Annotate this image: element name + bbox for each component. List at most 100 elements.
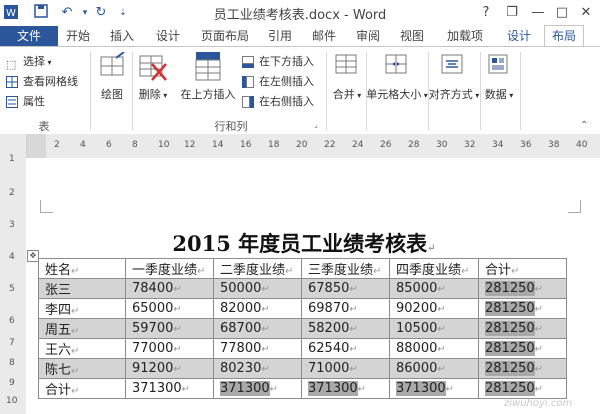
data-icon[interactable] [486,52,512,78]
table-cell[interactable]: 58200↵ [301,318,390,339]
table-cell[interactable]: 371300↵ [125,378,214,399]
table-cell[interactable]: 59700↵ [125,318,214,339]
tab-mailings[interactable]: 邮件 [306,26,342,46]
tab-references[interactable]: 引用 [262,26,298,46]
vertical-ruler[interactable]: 1 2 3 4 5 6 7 8 9 10 [0,134,27,414]
table-cell[interactable]: 88000↵ [389,338,479,359]
draw-icon[interactable] [98,51,128,82]
table-cell[interactable]: 10500↵ [389,318,479,339]
table-cell[interactable]: 周五↵ [38,318,126,339]
minimize-button[interactable]: — [528,4,548,22]
ribbon-separator [520,52,521,130]
horizontal-ruler[interactable]: 2 4 6 8 10 12 14 16 18 20 22 24 26 28 30… [26,134,600,159]
table-cell[interactable]: 85000↵ [389,278,479,299]
tab-design[interactable]: 设计 [150,26,186,46]
table-cell[interactable]: 371300↵ [389,378,479,399]
table-cell[interactable]: 90200↵ [389,298,479,319]
merge-button[interactable]: 合并 ▾ [330,86,364,102]
table-cell[interactable]: 62540↵ [301,338,390,359]
table-cell[interactable]: 二季度业绩↵ [213,258,302,279]
margin-corner-mark [40,200,53,213]
table-cell[interactable]: 80230↵ [213,358,302,379]
performance-table[interactable]: 姓名↵ 一季度业绩↵ 二季度业绩↵ 三季度业绩↵ 四季度业绩↵ 合计↵ 张三 7… [38,258,567,399]
ruler-tick: 22 [324,140,336,150]
tab-add-ins[interactable]: 加载项 [440,26,490,46]
data-button[interactable]: 数据 ▾ [482,86,516,102]
insert-right-button[interactable]: 在右侧插入 [242,93,314,111]
watermark: ziwuhoyi.com [504,398,573,409]
table-cell[interactable]: 王六↵ [38,338,126,359]
table-cell[interactable]: 50000↵ [213,278,302,299]
view-gridlines-label: 查看网格线 [23,75,78,88]
table-cell[interactable]: 281250↵ [478,298,567,319]
insert-left-button[interactable]: 在左侧插入 [242,73,314,91]
table-cell[interactable]: 姓名↵ [38,258,126,279]
merge-icon[interactable] [334,52,360,78]
insert-above-button[interactable]: 在上方插入 [176,86,240,102]
dialog-launcher-icon[interactable]: ⌟ [314,120,318,129]
alignment-icon[interactable] [440,52,466,78]
ribbon-separator [480,52,481,130]
ribbon-separator [90,52,91,130]
tab-file[interactable]: 文件 [0,26,58,46]
table-cell[interactable]: 77800↵ [213,338,302,359]
delete-icon[interactable] [138,52,168,84]
table-cell[interactable]: 合计↵ [478,258,567,279]
table-cell[interactable]: 三季度业绩↵ [301,258,390,279]
table-cell[interactable]: 91200↵ [125,358,214,379]
properties-button[interactable]: 属性 [6,93,45,111]
table-cell[interactable]: 一季度业绩↵ [125,258,214,279]
table-cell[interactable]: 281250↵ [478,358,567,379]
table-cell[interactable]: 281250↵ [478,318,567,339]
table-cell[interactable]: 371300↵ [301,378,390,399]
help-button[interactable]: ? [476,4,496,22]
table-cell[interactable]: 合计↵ [38,378,126,399]
cell-size-button[interactable]: 单元格大小 ▾ [366,86,428,102]
table-cell[interactable]: 67850↵ [301,278,390,299]
table-cell[interactable]: 69870↵ [301,298,390,319]
insert-below-button[interactable]: 在下方插入 [242,53,314,71]
table-cell[interactable]: 281250↵ [478,338,567,359]
ribbon-separator [132,52,133,130]
document-title[interactable]: 2015 年度员工业绩考核表↵ [40,228,568,258]
table-cell[interactable]: 陈七↵ [38,358,126,379]
tab-page-layout[interactable]: 页面布局 [196,26,254,46]
table-cell[interactable]: 281250↵ [478,278,567,299]
margin-corner-mark [568,200,581,213]
close-button[interactable]: ✕ [576,4,596,22]
table-header-row: 姓名↵ 一季度业绩↵ 二季度业绩↵ 三季度业绩↵ 四季度业绩↵ 合计↵ [38,258,567,279]
table-cell[interactable]: 68700↵ [213,318,302,339]
cell-size-icon[interactable] [384,52,410,78]
tab-table-design[interactable]: 设计 [500,26,538,46]
maximize-button[interactable]: □ [552,4,572,22]
table-cell[interactable]: 65000↵ [125,298,214,319]
insert-above-icon[interactable] [192,50,224,84]
ruler-tick: 4 [9,252,15,262]
select-icon: ⬚ [6,58,17,71]
table-cell[interactable]: 李四↵ [38,298,126,319]
table-cell[interactable]: 四季度业绩↵ [389,258,479,279]
table-cell[interactable]: 371300↵ [213,378,302,399]
table-cell[interactable]: 82000↵ [213,298,302,319]
tab-insert[interactable]: 插入 [104,26,140,46]
collapse-ribbon-icon[interactable]: ⌃ [580,120,588,131]
ruler-tick: 32 [464,140,476,150]
tab-view[interactable]: 视图 [394,26,430,46]
select-button[interactable]: ⬚ 选择 ▾ [6,53,52,71]
alignment-button[interactable]: 对齐方式 ▾ [428,86,480,102]
delete-button[interactable]: 删除 ▾ [136,86,170,102]
ruler-tick: 36 [520,140,532,150]
ruler-tick: 16 [240,140,252,150]
table-cell[interactable]: 78400↵ [125,278,214,299]
table-cell[interactable]: 86000↵ [389,358,479,379]
tab-table-layout[interactable]: 布局 [544,25,584,46]
ribbon-display-button[interactable]: ❐ [502,4,522,22]
view-gridlines-button[interactable]: 查看网格线 [6,73,78,91]
table-cell[interactable]: 77000↵ [125,338,214,359]
table-cell[interactable]: 281250↵ [478,378,567,399]
tab-home[interactable]: 开始 [60,26,96,46]
table-cell[interactable]: 71000↵ [301,358,390,379]
tab-review[interactable]: 审阅 [350,26,386,46]
ruler-tick: 4 [80,140,86,150]
table-cell[interactable]: 张三 [38,278,126,299]
